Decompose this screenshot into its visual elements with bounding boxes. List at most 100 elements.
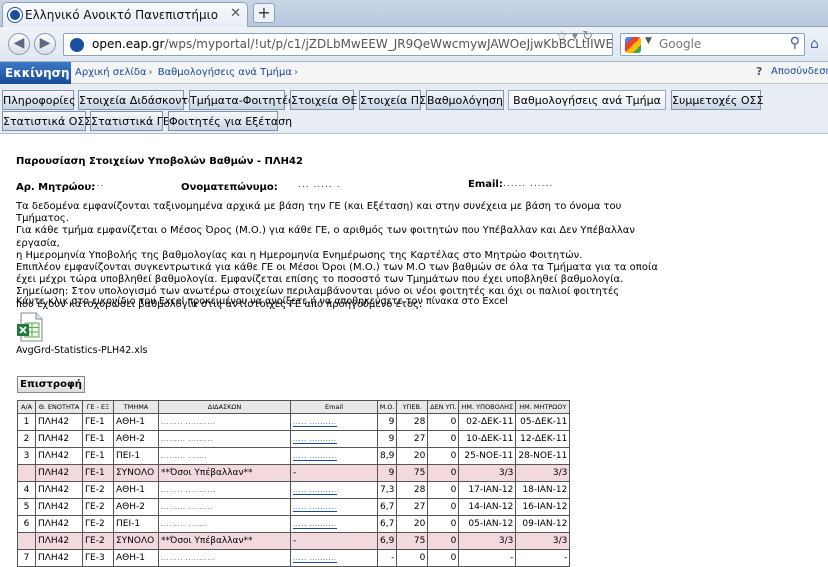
cell-email[interactable]: ..... .......... [290,549,378,567]
excel-hint: Κάντε κλικ στο εικονίδιο του Excel προκε… [16,296,508,307]
cell-not-submitted: 0 [427,430,460,448]
cell-instructor: ......... ......... [158,430,291,448]
cell-ge: ΓΕ-1 [82,430,114,448]
back-arrow-icon[interactable]: ◀ [8,33,30,55]
cell-ge: ΓΕ-2 [82,532,114,550]
cell-aa: 5 [17,498,36,516]
breadcrumb-current[interactable]: Βαθμολογήσεις ανά Τμήμα [158,67,292,78]
cell-email[interactable]: ..... .......... [290,498,378,516]
cell-not-submitted: 0 [427,532,460,550]
cell-registry-date: - [515,549,571,567]
cell-submitted: 27 [396,430,429,448]
cell-instructor: ........ ........... [158,481,291,499]
table-row: 1 ΠΛΗ42 ΓΕ-1 ΑΘΗ-1........ ................… [17,413,571,431]
dropdown-icon[interactable]: ▾ [572,29,583,44]
cell-registry-date: 16-ΙΑΝ-12 [515,498,571,516]
table-header-row: Α/Α Θ. ΕΝΟΤΗΤΑ ΓΕ - ΕΞ ΤΜΗΜΑ ΔΙΔΑΣΚΩΝ Em… [17,400,571,414]
description-line: Τα δεδομένα εμφανίζονται ταξινομημένα αρ… [16,201,622,225]
portal-tabs: Πληροφορίες Στοιχεία Διδάσκοντα Τμήματα-… [0,84,828,134]
tab-classes-students[interactable]: Τμήματα-Φοιτητές [189,90,295,110]
url-path: /wps/myportal/!ut/p/c1/jZDLbMwEEW_JR9QeW… [164,37,613,51]
cell-submit-date: 02-ΔΕΚ-11 [458,413,517,431]
cell-email[interactable]: ..... .......... [290,447,378,465]
cell-ge: ΓΕ-2 [82,498,114,516]
cell-submit-date: 3/3 [458,532,517,550]
logout-link[interactable]: Αποσύνδεση [771,66,828,77]
cell-class: ΣΥΝΟΛΟ [113,532,159,550]
cell-instructor: ......... ....... [158,447,291,465]
cell-avg: 9 [376,413,398,431]
close-tab-icon[interactable]: ✕ [230,6,241,21]
start-button[interactable]: Εκκίνηση ↘ [0,62,71,93]
cell-instructor: ........ ........... [158,549,291,567]
col-email: Email [290,400,378,414]
tab-participation[interactable]: Συμμετοχές ΟΣΣ [671,90,763,110]
page-title: Παρουσίαση Στοιχείων Υποβολών Βαθμών - Π… [16,156,303,167]
description-line: έχει μέχρι τώρα υποβληθεί βαθμολογία. Εμ… [16,274,624,286]
browser-tab[interactable]: Ελληνικό Ανοικτό Πανεπιστήμιο ✕ [2,2,248,28]
cell-email[interactable]: ..... .......... [290,413,378,431]
cell-submit-date: 14-ΙΑΝ-12 [458,498,517,516]
grades-table: Α/Α Θ. ΕΝΟΤΗΤΑ ΓΕ - ΕΞ ΤΜΗΜΑ ΔΙΔΑΣΚΩΝ Em… [17,400,571,567]
back-button[interactable]: Επιστροφή [17,376,85,393]
cell-not-submitted: 0 [427,481,460,499]
col-instructor: ΔΙΔΑΣΚΩΝ [158,400,291,414]
cell-submit-date: 25-ΝΟΕ-11 [458,447,517,465]
cell-instructor: ......... ......... [158,498,291,516]
search-engine-dropdown-icon[interactable]: ▼ [645,36,652,46]
cell-submitted: 0 [396,549,429,567]
tab-grading[interactable]: Βαθμολόγηση [426,90,504,110]
bookmark-star-icon[interactable]: ☆ [556,29,572,44]
cell-aa: 1 [17,413,36,431]
cell-module: ΠΛΗ42 [35,447,83,465]
cell-instructor: **Όσοι Υπέβαλλαν** [158,532,291,550]
cell-module: ΠΛΗ42 [35,464,83,482]
cell-registry-date: 3/3 [515,532,571,550]
cell-instructor: ......... ....... [158,515,291,533]
help-icon[interactable]: ? [756,65,762,78]
search-icon[interactable]: ⚲ [790,35,800,51]
home-icon[interactable]: ⌂ [810,36,828,52]
tab-grades-per-class[interactable]: Βαθμολογήσεις ανά Τμήμα [508,90,666,110]
cell-aa: 6 [17,515,36,533]
col-submit-date: ΗΜ. ΥΠΟΒΟΛΗΣ [458,400,517,414]
url-bar[interactable]: open.eap.gr/wps/myportal/!ut/p/c1/jZDLbM… [63,33,613,56]
reg-number-value: .... [89,179,105,189]
cell-module: ΠΛΗ42 [35,515,83,533]
tab-program[interactable]: Στοιχεία ΠΣ [359,90,426,110]
table-row: 3 ΠΛΗ42 ΓΕ-1 ΠΕΙ-1......... ............ ..… [17,447,571,465]
cell-avg: - [376,549,398,567]
tab-info[interactable]: Πληροφορίες [2,90,76,110]
cell-ge: ΓΕ-2 [82,481,114,499]
breadcrumb-home[interactable]: Αρχική σελίδα [75,67,147,78]
new-tab-button[interactable]: + [253,3,275,23]
cell-submit-date: 17-ΙΑΝ-12 [458,481,517,499]
description-line: Για κάθε τμήμα εμφανίζεται ο Μέσος Όρος … [16,225,635,249]
forward-arrow-icon[interactable]: ▶ [34,33,56,55]
cell-registry-date: 28-ΝΟΕ-11 [515,447,571,465]
tab-instructor[interactable]: Στοιχεία Διδάσκοντα [78,90,195,110]
cell-aa [17,464,36,482]
tab-ge-stats[interactable]: Στατιστικά ΓΕ [90,111,170,131]
cell-email[interactable]: ..... .......... [290,515,378,533]
search-box[interactable]: ▼ Google ⚲ [620,33,805,56]
cell-ge: ΓΕ-1 [82,413,114,431]
cell-not-submitted: 0 [427,515,460,533]
table-row: 4 ΠΛΗ42 ΓΕ-2 ΑΘΗ-1........ ................… [17,481,571,499]
cell-class: ΑΘΗ-2 [113,498,159,516]
reload-icon[interactable]: ↻ [582,29,597,44]
excel-file-name[interactable]: AvgGrd-Statistics-PLH42.xls [16,345,148,356]
full-name-value: ... ..... . [298,180,341,190]
tab-module[interactable]: Στοιχεία ΘΕ [290,90,357,110]
browser-tab-title: Ελληνικό Ανοικτό Πανεπιστήμιο [25,8,219,22]
cell-module: ΠΛΗ42 [35,430,83,448]
cell-email[interactable]: ..... .......... [290,481,378,499]
cell-module: ΠΛΗ42 [35,481,83,499]
main-content: Παρουσίαση Στοιχείων Υποβολών Βαθμών - Π… [16,134,828,567]
tab-oss-stats[interactable]: Στατιστικά ΟΣΣ [2,111,91,131]
excel-file-icon[interactable] [17,312,45,342]
cell-email[interactable]: ..... .......... [290,430,378,448]
cell-class: ΑΘΗ-1 [113,549,159,567]
cell-email: - [290,532,378,550]
tab-exam-students[interactable]: Φοιτητές για Εξέταση [168,111,292,131]
